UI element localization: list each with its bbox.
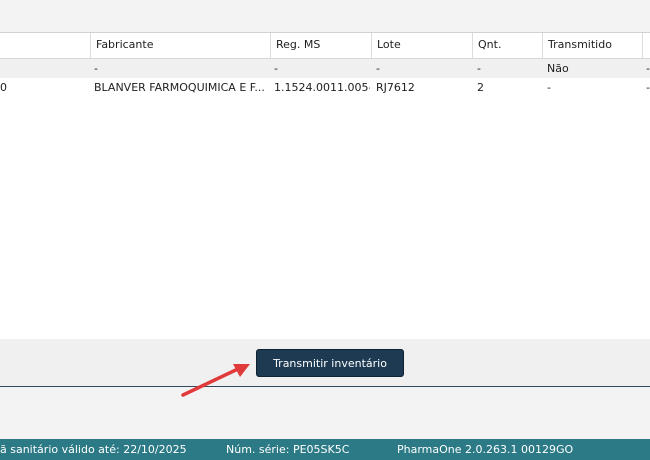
column-header-reg-ms[interactable]: Reg. MS [270,33,371,58]
row-first-cell: 0 [0,81,7,94]
status-bar: ã sanitário válido até: 22/10/2025 Núm. … [0,439,650,460]
table-row[interactable]: 0 BLANVER FARMOQUIMICA E F... 1.1524.001… [0,78,650,97]
filter-transmitido[interactable]: Não [547,59,637,78]
row-qnt: 2 [477,81,484,94]
inventory-grid: Fabricante Reg. MS Lote Qnt. Transmitido… [0,32,650,340]
column-header-first[interactable] [0,33,90,58]
column-header-fabricante[interactable]: Fabricante [90,33,270,58]
row-reg-ms: 1.1524.0011.005-3 [274,81,370,94]
row-extra: - [646,81,650,94]
row-fabricante: BLANVER FARMOQUIMICA E F... [94,81,265,94]
column-header-lote[interactable]: Lote [371,33,472,58]
status-license-validity: ã sanitário válido até: 22/10/2025 [0,443,187,456]
column-header-qnt[interactable]: Qnt. [472,33,542,58]
filter-fabricante[interactable]: - [94,59,264,78]
filter-reg-ms[interactable]: - [274,59,369,78]
filter-lote[interactable]: - [376,59,466,78]
status-serial-number: Núm. série: PE05SK5C [226,443,350,456]
filter-qnt[interactable]: - [477,59,537,78]
row-lote: RJ7612 [376,81,415,94]
grid-header: Fabricante Reg. MS Lote Qnt. Transmitido [0,33,650,59]
status-app-version: PharmaOne 2.0.263.1 00129GO [397,443,574,456]
transmit-inventory-button[interactable]: Transmitir inventário [256,349,404,377]
annotation-arrow-icon [181,364,250,397]
action-bar: Transmitir inventário [0,339,650,387]
top-toolbar-area [0,0,650,32]
filter-row: - - - - Não - [0,59,650,78]
column-header-transmitido[interactable]: Transmitido [542,33,642,58]
row-transmitido: - [547,81,551,94]
filter-extra[interactable]: - [646,59,650,78]
column-header-extra[interactable] [642,33,650,58]
